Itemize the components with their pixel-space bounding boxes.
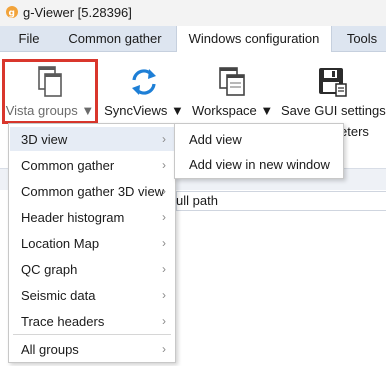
menu-item-label: 3D view: [21, 132, 68, 147]
submenu-item-add-view[interactable]: Add view: [176, 126, 342, 151]
menu-item-trace-headers[interactable]: Trace headers ›: [10, 309, 174, 333]
menu-item-label: Seismic data: [21, 288, 96, 303]
syncviews-label: SyncViews ▼: [104, 103, 184, 118]
menu-item-label: Common gather 3D view: [21, 184, 165, 199]
chevron-right-icon: ›: [162, 314, 166, 328]
chevron-right-icon: ›: [162, 158, 166, 172]
3d-view-submenu: Add view Add view in new window: [174, 123, 344, 179]
workspace-button[interactable]: Workspace ▼: [192, 60, 274, 126]
sync-arrows-icon: [132, 69, 156, 95]
full-path-column-label[interactable]: ull path: [176, 193, 218, 208]
menu-item-location-map[interactable]: Location Map ›: [10, 231, 174, 255]
menu-item-seismic-data[interactable]: Seismic data ›: [10, 283, 174, 307]
workspace-label: Workspace ▼: [192, 103, 274, 118]
svg-text:g: g: [9, 9, 15, 19]
tab-tools[interactable]: Tools: [338, 26, 386, 52]
chevron-right-icon: ›: [162, 132, 166, 146]
menu-item-label: Trace headers: [21, 314, 105, 329]
menu-item-label: Common gather: [21, 158, 115, 173]
workspace-windows-icon: [219, 67, 245, 96]
syncviews-button[interactable]: SyncViews ▼: [103, 60, 185, 126]
submenu-item-label: Add view: [189, 132, 242, 147]
menu-item-all-groups[interactable]: All groups ›: [10, 337, 174, 361]
save-gui-settings-label: Save GUI settings: [281, 103, 386, 118]
menu-item-common-gather[interactable]: Common gather ›: [10, 153, 174, 177]
highlight-annotation-box: [2, 59, 98, 124]
menu-item-qc-graph[interactable]: QC graph ›: [10, 257, 174, 281]
window-title: g-Viewer [5.28396]: [23, 5, 132, 20]
menu-item-3d-view[interactable]: 3D view ›: [10, 127, 174, 151]
title-bar: g g-Viewer [5.28396]: [0, 0, 386, 26]
tab-common-gather[interactable]: Common gather: [58, 26, 172, 52]
chevron-right-icon: ›: [162, 342, 166, 356]
vista-groups-dropdown: 3D view › Common gather › Common gather …: [8, 123, 176, 363]
background-parameters-label: eters: [340, 124, 369, 139]
save-floppy-icon: [319, 68, 347, 97]
g-viewer-logo-icon: g: [6, 6, 18, 19]
menu-item-label: Location Map: [21, 236, 100, 251]
submenu-item-add-view-in-new-window[interactable]: Add view in new window: [176, 151, 342, 176]
menu-item-label: QC graph: [21, 262, 78, 277]
chevron-right-icon: ›: [162, 288, 166, 302]
chevron-right-icon: ›: [162, 184, 166, 198]
chevron-right-icon: ›: [162, 210, 166, 224]
menu-separator: [13, 334, 171, 335]
chevron-right-icon: ›: [162, 236, 166, 250]
menu-item-label: All groups: [21, 342, 79, 357]
tab-file[interactable]: File: [0, 26, 58, 52]
menu-item-label: Header histogram: [21, 210, 125, 225]
menu-tab-strip: File Common gather Windows configuration…: [0, 26, 386, 53]
menu-item-header-histogram[interactable]: Header histogram ›: [10, 205, 174, 229]
tab-windows-configuration[interactable]: Windows configuration: [176, 26, 332, 53]
submenu-item-label: Add view in new window: [189, 157, 330, 172]
menu-item-common-gather-3d-view[interactable]: Common gather 3D view ›: [10, 179, 174, 203]
save-gui-settings-button[interactable]: Save GUI settings: [281, 60, 386, 126]
chevron-right-icon: ›: [162, 262, 166, 276]
